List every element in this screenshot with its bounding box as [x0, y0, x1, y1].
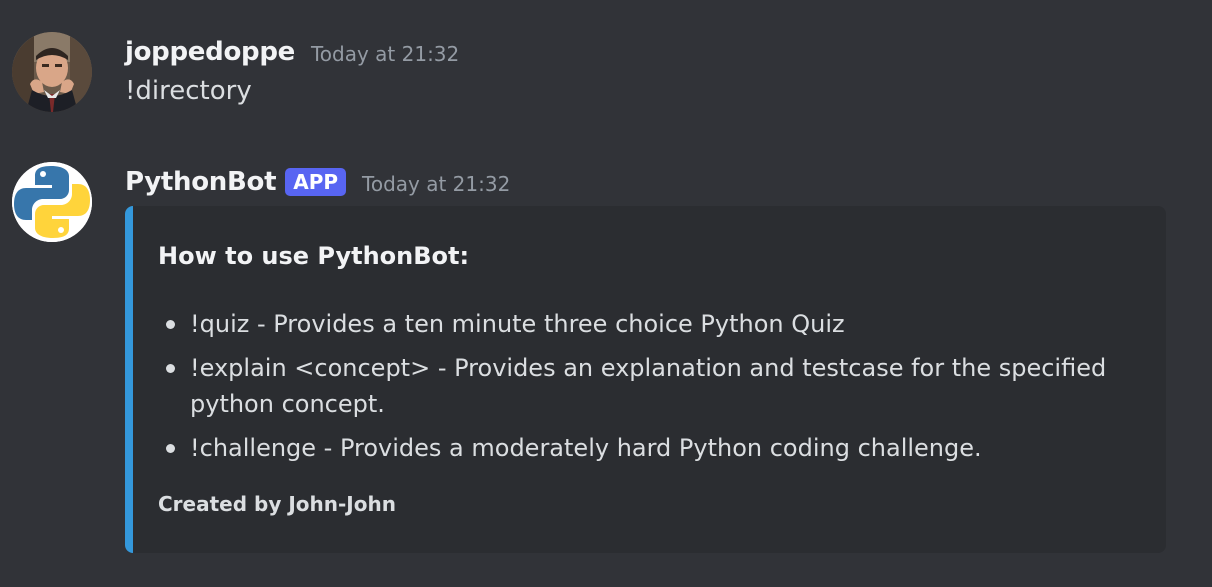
bullet-icon: [166, 364, 175, 373]
bullet-icon: [166, 444, 175, 453]
bullet-icon: [166, 320, 175, 329]
list-item-text: !quiz - Provides a ten minute three choi…: [190, 310, 845, 338]
bot-avatar[interactable]: [12, 162, 92, 242]
python-logo-icon: [12, 162, 92, 242]
list-item: !quiz - Provides a ten minute three choi…: [158, 306, 1118, 342]
embed-title: How to use PythonBot:: [158, 242, 470, 270]
list-item-text: !explain <concept> - Provides an explana…: [190, 354, 1107, 418]
embed: How to use PythonBot: !quiz - Provides a…: [125, 206, 1166, 553]
embed-command-list: !quiz - Provides a ten minute three choi…: [158, 306, 1118, 474]
message-content: !directory: [125, 76, 252, 106]
message-header: PythonBot APP Today at 21:32: [125, 162, 510, 202]
timestamp: Today at 21:32: [310, 42, 460, 66]
list-item-text: !challenge - Provides a moderately hard …: [190, 434, 982, 462]
timestamp: Today at 21:32: [362, 172, 511, 196]
avatar-photo-icon: [12, 32, 92, 112]
username[interactable]: joppedoppe: [125, 37, 295, 67]
user-avatar[interactable]: [12, 32, 92, 112]
list-item: !challenge - Provides a moderately hard …: [158, 430, 1118, 466]
message-pythonbot: PythonBot APP Today at 21:32 How to use …: [0, 160, 1212, 560]
username[interactable]: PythonBot: [125, 167, 277, 197]
app-badge: APP: [285, 168, 347, 196]
message-joppedoppe: joppedoppe Today at 21:32 !directory: [0, 30, 1212, 120]
embed-footer: Created by John-John: [158, 492, 396, 516]
message-header: joppedoppe Today at 21:32: [125, 32, 459, 72]
list-item: !explain <concept> - Provides an explana…: [158, 350, 1118, 422]
